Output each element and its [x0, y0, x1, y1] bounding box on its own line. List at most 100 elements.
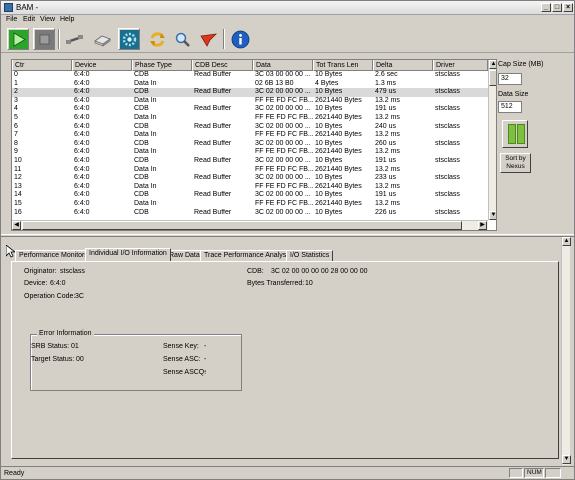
pause-button[interactable] [502, 120, 528, 148]
grid-vertical-scrollbar[interactable]: ▲ ▼ [488, 60, 496, 220]
table-row[interactable]: 14 6:4:0 CDB Read Buffer 3C 02 00 00 00 ... 1… [12, 191, 488, 200]
cell-driver: stsclass [435, 105, 460, 113]
scroll-up-button[interactable]: ▲ [489, 60, 496, 69]
table-row[interactable]: 15 6:4:0 Data In FF FE FD FC FB... 2621440 B… [12, 200, 488, 209]
grid-horizontal-scrollbar[interactable]: ◀ ▶ [12, 220, 488, 230]
table-row[interactable]: 5 6:4:0 Data In FF FE FD FC FB... 2621440 By… [12, 114, 488, 123]
table-row[interactable]: 4 6:4:0 CDB Read Buffer 3C 02 00 00 00 ... 10… [12, 105, 488, 114]
cell-ctr: 11 [14, 165, 22, 173]
info-button[interactable] [229, 28, 251, 50]
cell-device: 6:4:0 [74, 88, 90, 96]
table-row[interactable]: 0 6:4:0 CDB Read Buffer 3C 03 00 00 00 ... 10… [12, 71, 488, 80]
trace-panel: Ctr Device Phase Type CDB Desc Data Tot … [4, 55, 573, 233]
minimize-button[interactable]: _ [541, 3, 551, 12]
flag-button[interactable] [197, 28, 219, 50]
cell-driver: stsclass [435, 71, 460, 78]
sort-label-1: Sort by [505, 155, 526, 162]
col-device-header[interactable]: Device [72, 60, 132, 71]
table-row[interactable]: 3 6:4:0 Data In FF FE FD FC FB... 2621440 By… [12, 97, 488, 106]
scroll-down-button[interactable]: ▼ [489, 211, 496, 220]
menu-edit[interactable]: Edit [23, 16, 35, 23]
cell-delta: 1.3 ms [375, 79, 397, 87]
col-driver-header[interactable]: Driver [433, 60, 488, 71]
refresh-button[interactable] [146, 28, 168, 50]
scroll-left-button[interactable]: ◀ [12, 221, 21, 230]
table-row[interactable]: 9 6:4:0 Data In FF FE FD FC FB... 2621440 By… [12, 148, 488, 157]
cell-delta: 13.2 ms [375, 165, 400, 173]
menu-file[interactable]: File [6, 16, 17, 23]
cell-ctr: 5 [14, 114, 18, 121]
tab-individual-io[interactable]: Individual I/O Information [85, 248, 171, 261]
settings-icon [120, 30, 139, 49]
originator-value: stsclass [60, 268, 85, 275]
menu-view[interactable]: View [40, 16, 55, 23]
tab-trace-performance[interactable]: Trace Performance Analysis [200, 250, 296, 261]
search-button[interactable] [171, 28, 193, 50]
table-row[interactable]: 13 6:4:0 Data In FF FE FD FC FB... 2621440 B… [12, 183, 488, 192]
cell-data: FF FE FD FC FB... [255, 148, 313, 156]
cell-tot-trans-len: 2621440 Bytes [315, 182, 362, 190]
cell-cdb-desc: Read Buffer [194, 157, 232, 164]
originator-label: Originator: [24, 268, 57, 275]
menu-help[interactable]: Help [60, 16, 74, 23]
disk-button[interactable] [91, 28, 113, 50]
cap-size-input[interactable]: 32 [498, 73, 522, 85]
operation-code-value: 3C [75, 293, 84, 300]
tab-performance-monitors[interactable]: Performance Monitors [15, 250, 92, 261]
col-data-header[interactable]: Data [253, 60, 313, 71]
details-scroll-up-button[interactable]: ▲ [562, 237, 571, 246]
cell-phase-type: Data In [134, 114, 157, 121]
tab-io-statistics[interactable]: I/O Statistics [286, 250, 334, 261]
cell-device: 6:4:0 [74, 182, 90, 190]
cell-device: 6:4:0 [74, 131, 90, 139]
scroll-thumb[interactable] [489, 70, 496, 86]
table-row[interactable]: 1 6:4:0 Data In 02 6B 13 B0 4 Bytes 1.3 ms [12, 80, 488, 89]
details-vertical-scrollbar[interactable]: ▲ ▼ [561, 237, 571, 465]
cell-tot-trans-len: 10 Bytes [315, 105, 343, 113]
table-row[interactable]: 11 6:4:0 Data In FF FE FD FC FB... 2621440 B… [12, 166, 488, 175]
cell-tot-trans-len: 2621440 Bytes [315, 114, 362, 121]
table-row[interactable]: 10 6:4:0 CDB Read Buffer 3C 02 00 00 00 ... 1… [12, 157, 488, 166]
cell-phase-type: Data In [134, 96, 157, 104]
col-delta-header[interactable]: Delta [373, 60, 433, 71]
table-row[interactable]: 6 6:4:0 CDB Read Buffer 3C 02 00 00 00 ... 10… [12, 123, 488, 132]
cell-ctr: 2 [14, 88, 18, 96]
cell-cdb-desc: Read Buffer [194, 71, 232, 78]
table-row[interactable]: 8 6:4:0 CDB Read Buffer 3C 02 00 00 00 ... 10… [12, 140, 488, 149]
cell-phase-type: CDB [134, 139, 149, 147]
scroll-right-button[interactable]: ▶ [478, 221, 487, 230]
trace-grid[interactable]: Ctr Device Phase Type CDB Desc Data Tot … [11, 59, 497, 231]
settings-button[interactable] [118, 28, 140, 50]
stop-button[interactable] [33, 28, 55, 50]
title-bar[interactable]: BAM - _ □ × [1, 1, 574, 15]
cell-phase-type: Data In [134, 165, 157, 173]
cell-cdb-desc: Read Buffer [194, 122, 232, 130]
table-row[interactable]: 16 6:4:0 CDB Read Buffer 3C 02 00 00 00 ... 1… [12, 209, 488, 218]
col-phase-header[interactable]: Phase Type [132, 60, 192, 71]
col-ctr-header[interactable]: Ctr [12, 60, 72, 71]
table-row[interactable]: 12 6:4:0 CDB Read Buffer 3C 02 00 00 00 ... 1… [12, 174, 488, 183]
sort-by-nexus-button[interactable]: Sort by Nexus [500, 153, 531, 173]
grid-body: 0 6:4:0 CDB Read Buffer 3C 03 00 00 00 ... 10… [12, 71, 488, 220]
close-button[interactable]: × [563, 3, 573, 12]
start-icon [9, 30, 28, 49]
cell-data: 3C 02 00 00 00 ... [255, 174, 311, 182]
table-row[interactable]: 7 6:4:0 Data In FF FE FD FC FB... 2621440 By… [12, 131, 488, 140]
sense-key-label: Sense Key: [163, 343, 199, 350]
horizontal-scroll-thumb[interactable] [22, 221, 462, 230]
error-information-group: Error Information SRB Status: 01 Target … [30, 330, 242, 391]
data-size-input[interactable]: 512 [498, 101, 522, 113]
cell-ctr: 1 [14, 79, 18, 87]
col-totlen-header[interactable]: Tot Trans Len [313, 60, 373, 71]
cell-data: 3C 02 00 00 00 ... [255, 122, 311, 130]
cell-delta: 13.2 ms [375, 114, 400, 121]
cable-button[interactable] [63, 28, 85, 50]
cell-delta: 233 us [375, 174, 397, 182]
cell-ctr: 6 [14, 122, 18, 130]
start-button[interactable] [7, 28, 29, 50]
maximize-button[interactable]: □ [552, 3, 562, 12]
table-row[interactable]: 2 6:4:0 CDB Read Buffer 3C 02 00 00 00 ... 10… [12, 88, 488, 97]
col-cdbdesc-header[interactable]: CDB Desc [192, 60, 253, 71]
details-scroll-down-button[interactable]: ▼ [562, 455, 571, 464]
cell-tot-trans-len: 2621440 Bytes [315, 148, 362, 156]
